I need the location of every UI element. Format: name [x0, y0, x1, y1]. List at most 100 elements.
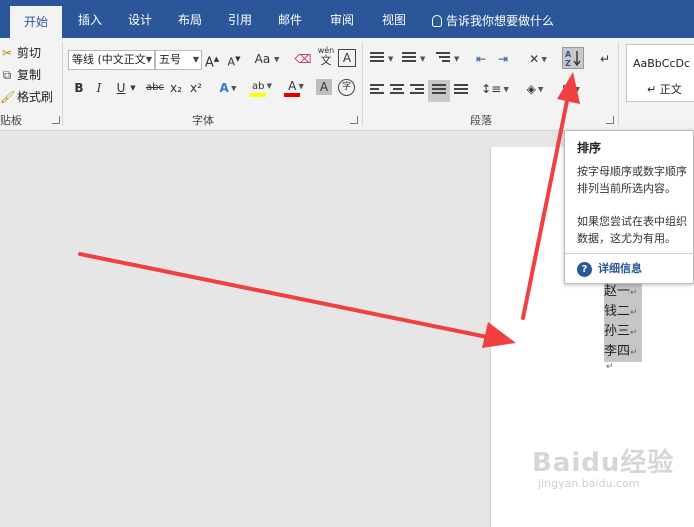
tell-me-text: 告诉我你想要做什么 — [446, 14, 555, 28]
format-painter-button[interactable]: 🖌 格式刷 — [0, 88, 53, 105]
scissors-icon: ✂ — [1, 46, 13, 60]
align-left-button[interactable] — [370, 84, 384, 98]
phonetic-guide-button[interactable]: wén 文 — [316, 46, 336, 66]
character-border-button[interactable]: A — [338, 49, 356, 67]
tab-references[interactable]: 引用 — [224, 0, 256, 38]
superscript-button[interactable]: x² — [188, 78, 204, 98]
svg-text:Z: Z — [565, 59, 571, 68]
font-color-button[interactable]: A ▼ — [282, 76, 310, 97]
chevron-down-icon: ▼ — [145, 55, 152, 64]
svg-text:A: A — [565, 50, 572, 59]
tab-design[interactable]: 设计 — [124, 0, 156, 38]
sort-button[interactable]: A Z — [562, 47, 584, 69]
strikethrough-button[interactable]: abc — [144, 78, 166, 98]
paragraph-dialog-launcher[interactable] — [606, 116, 614, 124]
justify-button[interactable] — [428, 80, 450, 102]
underline-button[interactable]: U — [114, 78, 128, 98]
enclose-characters-button[interactable]: 字 — [338, 79, 355, 96]
style-sample: AaBbCcDc — [633, 57, 691, 70]
asian-layout-button[interactable]: ✕ ▼ — [524, 49, 552, 69]
justify-icon — [432, 84, 446, 98]
increase-indent-icon: ⇥ — [497, 52, 509, 66]
lightbulb-icon — [432, 15, 442, 27]
highlight-color-swatch — [250, 93, 266, 97]
multilevel-list-icon — [436, 52, 450, 66]
tooltip-hint: 如果您尝试在表中组织数据，这尤为有用。 — [577, 215, 687, 245]
tooltip-divider — [565, 253, 694, 254]
font-dialog-launcher[interactable] — [350, 116, 358, 124]
baidu-watermark: Baidu经验 jingyan.baidu.com — [532, 448, 675, 490]
style-name: ↵ 正文 — [647, 83, 682, 96]
decrease-indent-icon: ⇤ — [475, 52, 487, 66]
chevron-down-icon: ▼ — [192, 55, 199, 64]
ribbon: ✂ 剪切 ⧉ 复制 🖌 格式刷 贴板 等线 (中文正文 ▼ 五号 ▼ A▲ A▼ Aa ▼… — [0, 38, 694, 131]
decrease-indent-button[interactable]: ⇤ — [472, 49, 490, 69]
font-color-swatch — [284, 93, 300, 97]
sort-az-icon: A Z — [565, 50, 581, 68]
borders-button[interactable]: ⊞ ▼ — [556, 79, 586, 99]
font-group-label: 字体 — [192, 114, 214, 127]
paragraph-group-label: 段落 — [470, 114, 492, 127]
style-normal[interactable]: AaBbCcDc ↵ 正文 — [626, 44, 694, 102]
shrink-font-button[interactable]: A▼ — [226, 49, 242, 69]
tell-me-box[interactable]: 告诉我你想要做什么 — [432, 12, 554, 29]
distributed-button[interactable] — [454, 84, 468, 98]
clipboard-dialog-launcher[interactable] — [52, 116, 60, 124]
character-shading-button[interactable]: A — [316, 79, 332, 95]
chevron-down-icon[interactable]: ▼ — [128, 78, 138, 98]
tab-review[interactable]: 审阅 — [326, 0, 358, 38]
tab-layout[interactable]: 布局 — [174, 0, 206, 38]
asian-layout-icon: ✕ — [529, 52, 540, 66]
end-paragraph-mark: ↵ — [606, 362, 614, 372]
tooltip-title: 排序 — [577, 141, 602, 155]
show-marks-button[interactable]: ↵ — [598, 49, 612, 69]
clipboard-group-label: 贴板 — [0, 114, 22, 127]
subscript-button[interactable]: x₂ — [168, 78, 184, 98]
highlight-color-button[interactable]: ab ▼ — [248, 76, 276, 97]
copy-icon: ⧉ — [2, 68, 12, 82]
italic-button[interactable]: I — [92, 78, 106, 98]
doc-line[interactable]: 钱二↵ — [604, 302, 642, 322]
bold-button[interactable]: B — [72, 78, 86, 98]
eraser-icon: ⌫ — [294, 52, 312, 66]
paint-bucket-icon: ◈ — [526, 82, 536, 96]
multilevel-list-button[interactable]: ▼ — [434, 49, 464, 69]
text-effects-button[interactable]: A ▼ — [218, 78, 238, 98]
tell-me-more-link[interactable]: ? 详细信息 — [577, 260, 642, 277]
copy-button[interactable]: ⧉ 复制 — [0, 66, 41, 83]
document-text[interactable]: 赵一↵ 钱二↵ 孙三↵ 李四↵ — [604, 282, 642, 362]
tab-mailings[interactable]: 邮件 — [274, 0, 306, 38]
tab-home[interactable]: 开始 — [10, 6, 62, 38]
group-divider — [62, 42, 63, 126]
border-icon: ⊞ — [562, 82, 573, 96]
font-size-combo[interactable]: 五号 ▼ — [155, 50, 202, 70]
help-icon: ? — [577, 262, 592, 277]
doc-line[interactable]: 李四↵ — [604, 342, 642, 362]
font-name-combo[interactable]: 等线 (中文正文 ▼ — [68, 50, 155, 70]
align-right-button[interactable] — [410, 84, 424, 98]
numbered-list-icon — [402, 52, 416, 66]
bullets-button[interactable]: ▼ — [368, 49, 398, 69]
pilcrow-icon: ↵ — [599, 52, 611, 66]
tab-insert[interactable]: 插入 — [74, 0, 106, 38]
ribbon-tab-bar: 开始 插入 设计 布局 引用 邮件 审阅 视图 告诉我你想要做什么 — [0, 0, 694, 38]
align-center-button[interactable] — [390, 84, 404, 98]
bullet-list-icon — [370, 52, 384, 66]
doc-line[interactable]: 赵一↵ — [604, 282, 642, 302]
numbering-button[interactable]: ▼ — [400, 49, 430, 69]
tab-view[interactable]: 视图 — [378, 0, 410, 38]
clear-formatting-button[interactable]: ⌫ — [294, 49, 312, 69]
line-spacing-button[interactable]: ↕≡ ▼ — [480, 79, 510, 99]
line-spacing-icon: ↕≡ — [481, 82, 502, 96]
group-divider — [362, 42, 363, 126]
group-divider — [618, 42, 619, 126]
shading-button[interactable]: ◈ ▼ — [520, 79, 550, 99]
arrow-to-document — [78, 252, 516, 348]
increase-indent-button[interactable]: ⇥ — [494, 49, 512, 69]
change-case-button[interactable]: Aa ▼ — [252, 49, 282, 69]
doc-line[interactable]: 孙三↵ — [604, 322, 642, 342]
paintbrush-icon: 🖌 — [0, 90, 16, 104]
grow-font-button[interactable]: A▲ — [204, 49, 220, 70]
sort-tooltip: 排序 按字母顺序或数字顺序排列当前所选内容。 如果您尝试在表中组织数据，这尤为有… — [564, 130, 694, 284]
cut-button[interactable]: ✂ 剪切 — [0, 44, 41, 61]
